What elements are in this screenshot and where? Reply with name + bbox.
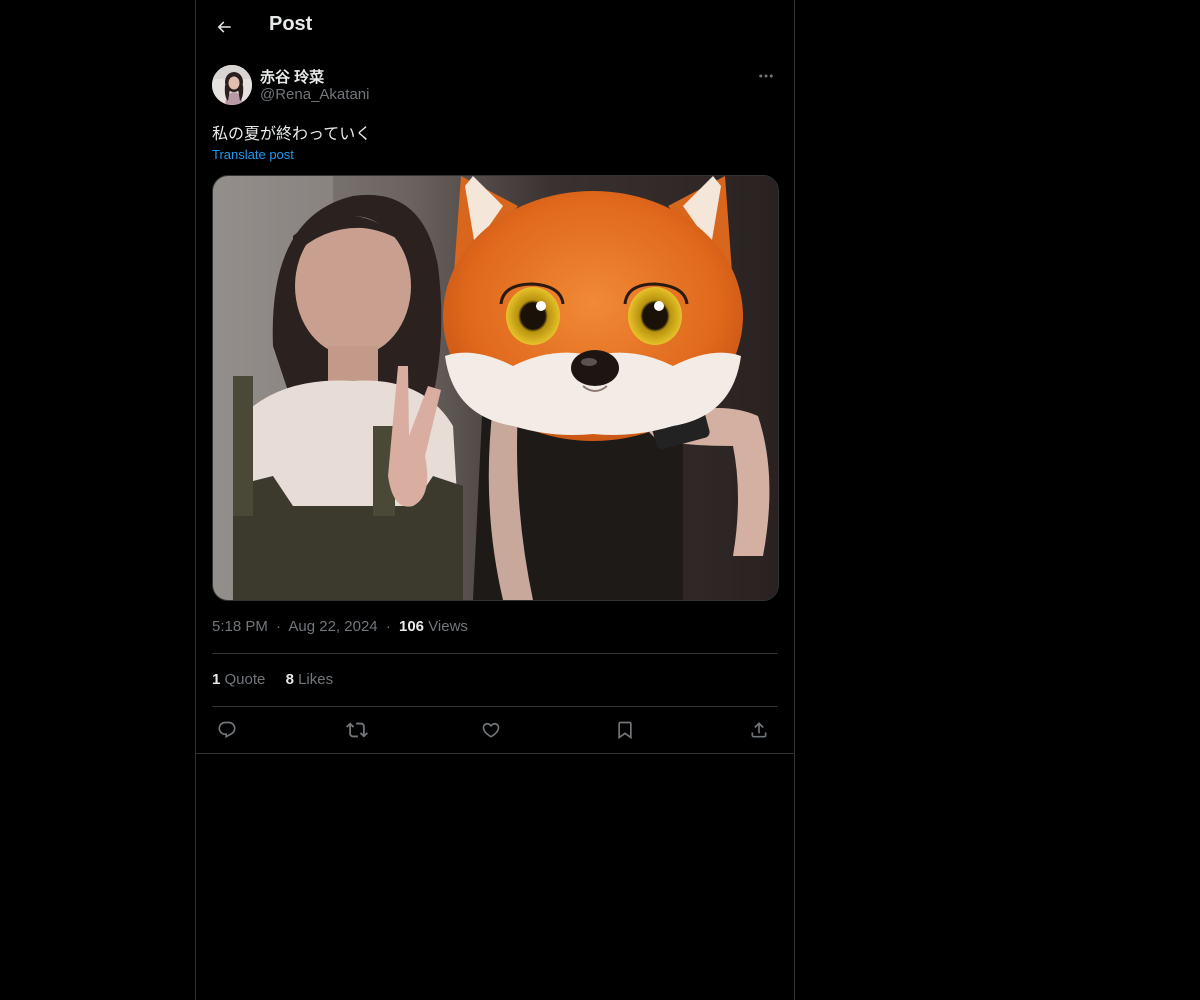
views-count: 106 [398,618,425,635]
repost-icon [346,719,368,741]
share-icon [749,720,769,740]
post-author: 赤谷 玲菜 @Rena_Akatani [212,64,778,108]
more-horizontal-icon [757,67,775,85]
author-handle[interactable]: @Rena_Akatani [260,86,369,103]
bookmark-button[interactable] [610,717,640,743]
likes-stat[interactable]: 8 Likes [286,671,334,688]
likes-count: 8 [285,671,294,688]
translate-post-link[interactable]: Translate post [212,147,294,162]
reply-icon [217,720,237,740]
quotes-stat[interactable]: 1 Quote [212,671,265,688]
post-image[interactable] [212,175,779,601]
like-button[interactable] [476,717,506,743]
quotes-count: 1 [212,671,221,688]
post-time[interactable]: 5:18 PM [212,618,268,635]
share-button[interactable] [744,717,774,743]
post-actions [212,707,778,753]
heart-icon [481,720,501,740]
meta-separator: · [385,618,391,635]
meta-separator: · [276,618,282,635]
back-button[interactable] [208,11,240,43]
post-stats: 1 Quote 8 Likes [212,671,349,688]
author-display-name[interactable]: 赤谷 玲菜 [260,66,324,87]
views-label: Views [428,618,468,635]
page-header: Post [196,0,794,54]
divider [212,653,778,654]
quotes-label: Quote [224,671,266,688]
post-text: 私の夏が終わっていく [212,126,372,143]
post-date[interactable]: Aug 22, 2024 [288,618,377,635]
page-title: Post [269,13,313,35]
more-options-button[interactable] [754,64,778,88]
arrow-left-icon [215,18,233,36]
post-column: Post 赤谷 玲菜 @Rena_Akatani 私の夏が終わっていく Tran… [195,0,795,1000]
likes-label: Likes [298,671,334,688]
reply-button[interactable] [212,717,242,743]
avatar[interactable] [212,65,252,105]
divider [196,753,794,754]
bookmark-icon [615,720,635,740]
repost-button[interactable] [342,717,372,743]
post-metadata: 5:18 PM · Aug 22, 2024 · 106 Views [212,618,468,635]
